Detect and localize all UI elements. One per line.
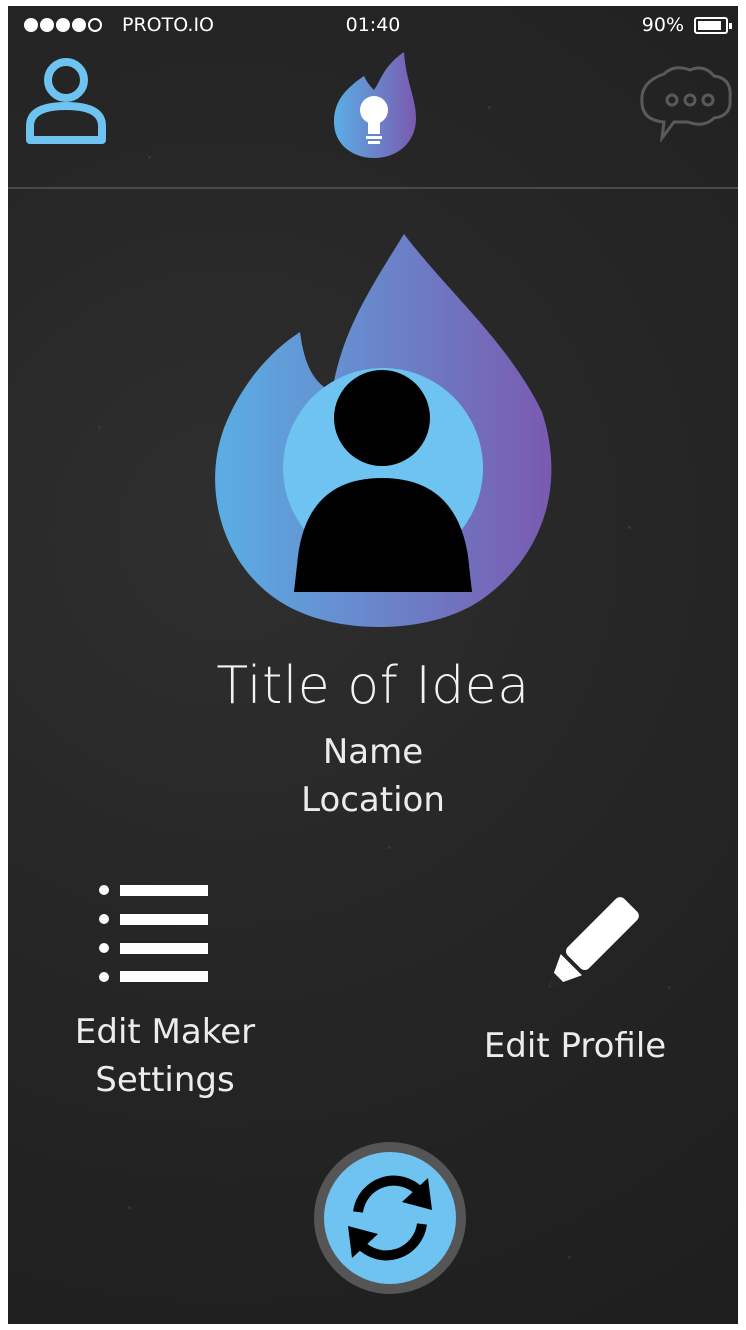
background-speck xyxy=(568,1256,571,1259)
battery-icon xyxy=(694,17,732,34)
refresh-button[interactable] xyxy=(314,1142,466,1294)
edit-profile-label: Edit Profile xyxy=(483,1026,667,1066)
maker-location: Location xyxy=(301,780,445,820)
edit-maker-settings-button[interactable]: Edit Maker Settings xyxy=(58,868,278,1108)
user-icon[interactable] xyxy=(24,56,114,146)
pencil-icon xyxy=(534,892,644,1002)
flame-avatar-icon xyxy=(208,232,554,632)
battery-percent: 90% xyxy=(641,14,684,36)
status-time: 01:40 xyxy=(345,14,401,36)
nav-divider xyxy=(8,187,738,189)
status-bar: PROTO.IO 01:40 90% xyxy=(8,6,738,46)
background-speck xyxy=(98,426,101,429)
refresh-icon xyxy=(348,1175,432,1261)
list-icon xyxy=(98,878,210,982)
maker-name: Name xyxy=(322,732,424,772)
edit-maker-settings-label-line1: Edit Maker xyxy=(74,1012,256,1052)
idea-title: Title of Idea xyxy=(216,656,530,716)
chat-bubble-icon[interactable] xyxy=(634,64,734,144)
flame-lightbulb-logo-icon[interactable] xyxy=(324,48,424,158)
edit-maker-settings-label-line2: Settings xyxy=(95,1060,235,1100)
background-speck xyxy=(628,526,631,529)
background-speck xyxy=(128,1206,131,1209)
edit-profile-button[interactable]: Edit Profile xyxy=(470,886,690,1086)
edit-maker-settings-label: Edit Maker Settings xyxy=(58,1008,272,1104)
background-speck xyxy=(388,846,391,849)
battery-level xyxy=(698,21,721,30)
app-screen: PROTO.IO 01:40 90% Title of Idea Name Lo… xyxy=(8,6,738,1324)
